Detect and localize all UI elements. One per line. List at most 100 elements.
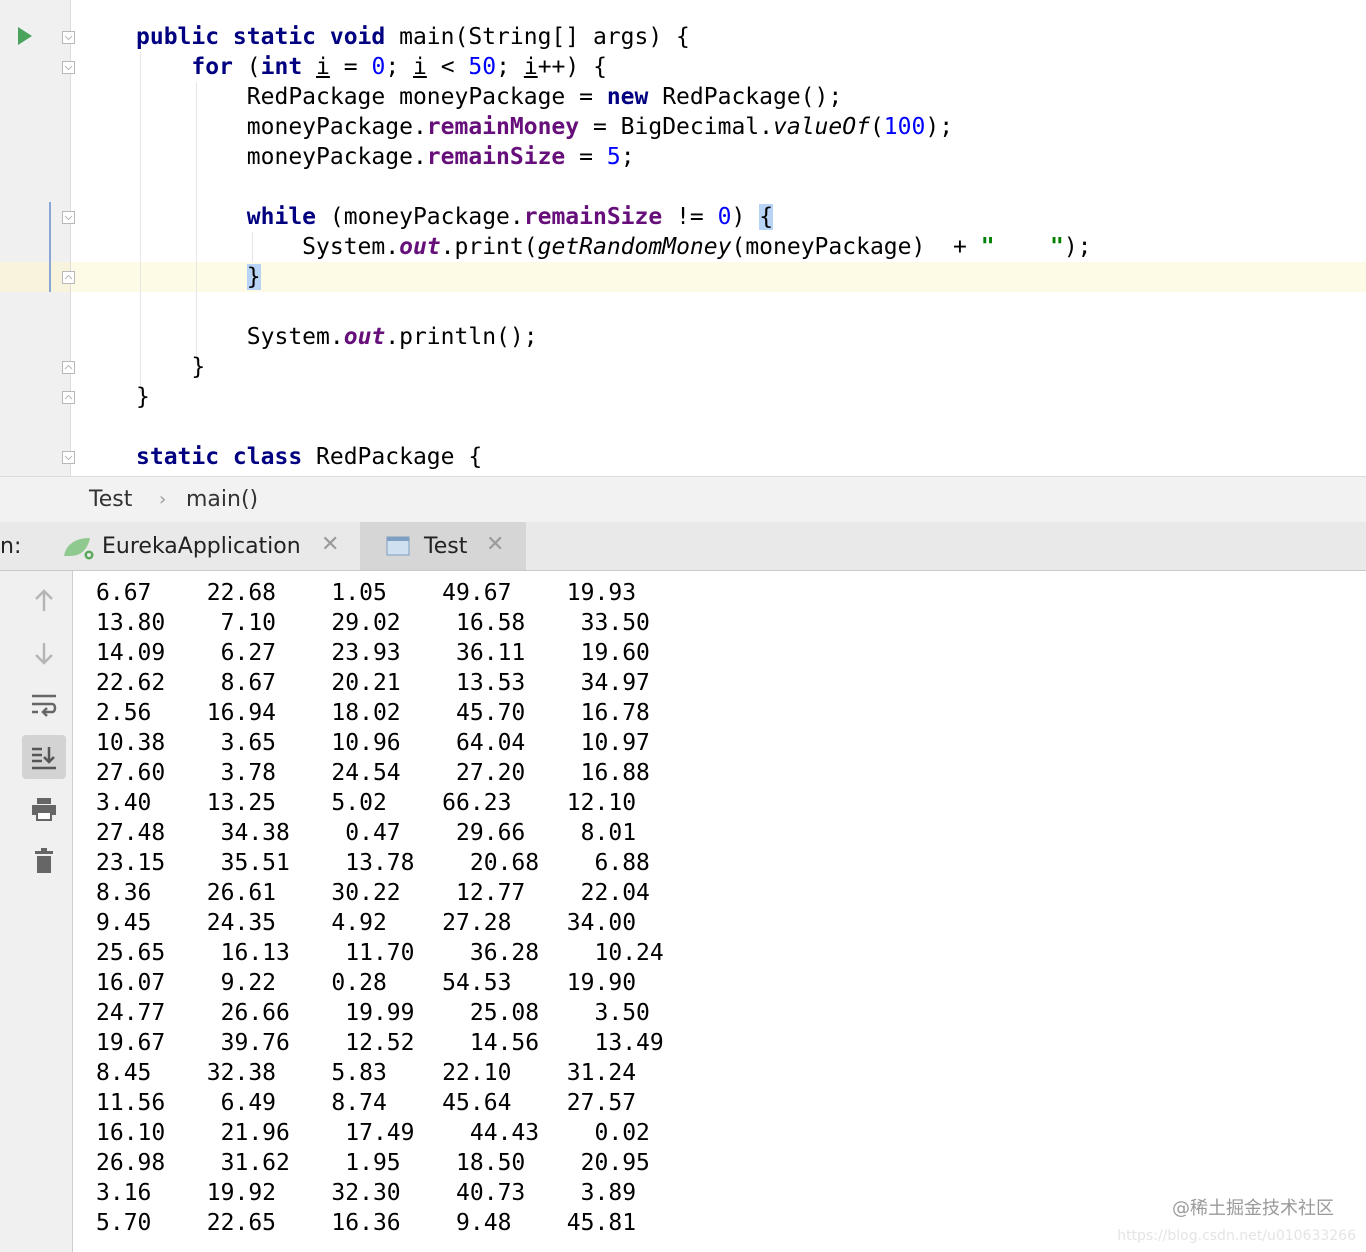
fold-icon[interactable] <box>62 61 75 74</box>
soft-wrap-icon[interactable] <box>22 683 66 727</box>
console-line: 22.62 8.67 20.21 13.53 34.97 <box>96 670 650 696</box>
console-line: 2.56 16.94 18.02 45.70 16.78 <box>96 700 650 726</box>
tab-eureka-application[interactable]: EurekaApplication ✕ <box>54 522 354 570</box>
tab-label: Test <box>424 534 468 559</box>
fold-end-icon[interactable] <box>62 271 75 284</box>
watermark-url: https://blog.csdn.net/u010633266 <box>1117 1228 1356 1244</box>
print-icon[interactable] <box>22 787 66 831</box>
watermark: @稀土掘金技术社区 <box>1172 1198 1334 1219</box>
code-line[interactable]: moneyPackage.remainMoney = BigDecimal.va… <box>136 112 953 142</box>
console-output[interactable]: 6.67 22.68 1.05 49.67 19.93 13.80 7.10 29… <box>73 571 1366 1252</box>
tab-test[interactable]: Test ✕ <box>360 522 526 570</box>
code-line[interactable]: RedPackage moneyPackage = new RedPackage… <box>136 82 842 112</box>
code-token: RedPackage { <box>302 444 483 470</box>
console-line: 16.10 21.96 17.49 44.43 0.02 <box>96 1120 650 1146</box>
fold-end-icon[interactable] <box>62 361 75 374</box>
down-arrow-icon[interactable] <box>22 631 66 675</box>
code-token: System. <box>136 324 344 350</box>
code-token: ; <box>385 54 414 80</box>
code-line[interactable]: System.out.print(getRandomMoney(moneyPac… <box>136 232 1092 262</box>
code-line[interactable]: public static void main(String[] args) { <box>136 22 690 52</box>
code-token: i <box>523 54 538 80</box>
breadcrumb-separator: › <box>159 489 167 510</box>
code-token: valueOf <box>773 114 870 140</box>
code-token: ( <box>232 54 261 80</box>
code-token: out <box>343 324 386 350</box>
code-token: getRandomMoney <box>537 234 732 260</box>
close-icon[interactable]: ✕ <box>321 532 339 557</box>
code-token: ; <box>496 54 524 80</box>
code-token: } <box>136 384 150 410</box>
code-line[interactable]: } <box>136 352 205 382</box>
code-editor[interactable]: public static void main(String[] args) {… <box>0 0 1366 476</box>
code-token: ; <box>620 144 635 170</box>
code-token: ++) { <box>537 54 607 80</box>
breadcrumb-file[interactable]: Test <box>89 487 132 512</box>
code-token: out <box>399 234 441 260</box>
spring-boot-icon <box>64 538 94 560</box>
editor-gutter <box>0 0 71 476</box>
console-line: 8.45 32.38 5.83 22.10 31.24 <box>96 1060 637 1086</box>
console-line: 13.80 7.10 29.02 16.58 33.50 <box>96 610 650 636</box>
up-arrow-icon[interactable] <box>22 579 66 623</box>
console-line: 8.36 26.61 30.22 12.77 22.04 <box>96 880 650 906</box>
code-token: System. <box>136 234 400 260</box>
code-token: ) <box>731 204 760 230</box>
fold-icon[interactable] <box>62 451 75 464</box>
code-token: ); <box>925 114 954 140</box>
console-line: 11.56 6.49 8.74 45.64 27.57 <box>96 1090 637 1116</box>
code-token: ( <box>869 114 884 140</box>
code-token: = BigDecimal. <box>579 114 773 140</box>
code-token: 0 <box>717 204 732 230</box>
code-token: { <box>759 204 774 230</box>
code-token: = <box>329 54 372 80</box>
code-token: < <box>426 54 469 80</box>
console-line: 24.77 26.66 19.99 25.08 3.50 <box>96 1000 650 1026</box>
code-line[interactable]: } <box>136 262 261 292</box>
code-token: for <box>191 54 233 80</box>
run-panel-label: n: <box>0 534 22 559</box>
code-line[interactable]: } <box>136 382 150 412</box>
console-rows: 6.67 22.68 1.05 49.67 19.93 13.80 7.10 29… <box>73 578 1366 1238</box>
code-token: } <box>246 264 261 290</box>
console-line: 23.15 35.51 13.78 20.68 6.88 <box>96 850 650 876</box>
console-line: 26.98 31.62 1.95 18.50 20.95 <box>96 1150 650 1176</box>
code-token: i <box>316 54 330 80</box>
scroll-to-end-icon[interactable] <box>22 735 66 779</box>
code-token: i <box>413 54 427 80</box>
code-token: new <box>606 84 649 110</box>
code-token: while <box>246 204 317 230</box>
close-icon[interactable]: ✕ <box>486 532 504 557</box>
code-token: (moneyPackage) + <box>731 234 981 260</box>
trash-icon[interactable] <box>22 839 66 883</box>
code-line[interactable]: static class RedPackage { <box>136 442 482 472</box>
code-line[interactable]: while (moneyPackage.remainSize != 0) { <box>136 202 774 232</box>
code-token: .println(); <box>385 324 538 350</box>
code-token: .print( <box>440 234 538 260</box>
code-token: 0 <box>371 54 386 80</box>
console-line: 14.09 6.27 23.93 36.11 19.60 <box>96 640 650 666</box>
breadcrumb-method[interactable]: main() <box>186 487 258 512</box>
vcs-change-marker[interactable] <box>49 202 51 292</box>
run-gutter-icon[interactable] <box>18 27 32 45</box>
fold-end-icon[interactable] <box>62 391 75 404</box>
fold-icon[interactable] <box>62 31 75 44</box>
tab-label: EurekaApplication <box>102 534 301 559</box>
code-token: RedPackage moneyPackage = <box>136 84 607 110</box>
console-line: 25.65 16.13 11.70 36.28 10.24 <box>96 940 664 966</box>
breadcrumb: Test › main() <box>0 476 1366 524</box>
console-line: 27.60 3.78 24.54 27.20 16.88 <box>96 760 650 786</box>
code-token: 100 <box>883 114 926 140</box>
code-token: public static void <box>136 24 386 50</box>
console-line: 27.48 34.38 0.47 29.66 8.01 <box>96 820 637 846</box>
fold-icon[interactable] <box>62 211 75 224</box>
code-token: ); <box>1063 234 1092 260</box>
code-line[interactable]: System.out.println(); <box>136 322 538 352</box>
code-line[interactable]: moneyPackage.remainSize = 5; <box>136 142 635 172</box>
code-token: 50 <box>468 54 497 80</box>
console-toolbar <box>0 571 73 1252</box>
code-line[interactable]: for (int i = 0; i < 50; i++) { <box>136 52 607 82</box>
